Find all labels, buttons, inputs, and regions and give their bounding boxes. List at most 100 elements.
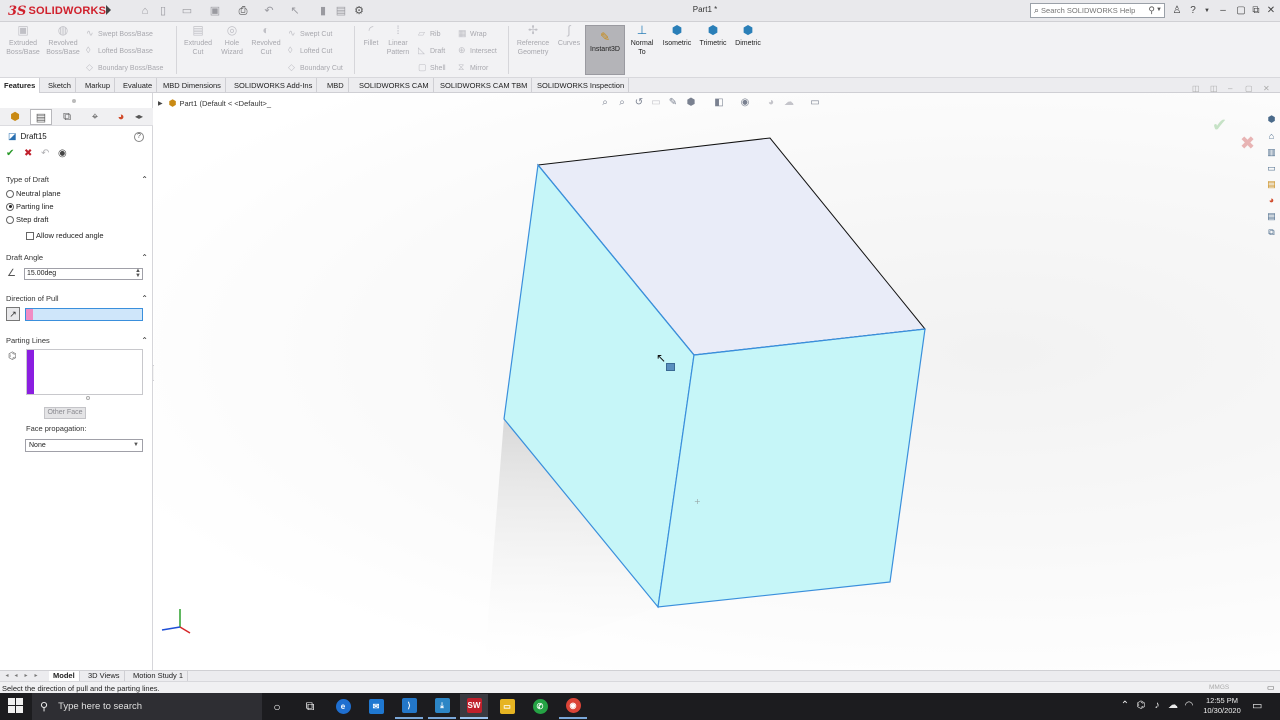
cortana-icon[interactable]: ○ [263,694,291,719]
select-pointer-icon[interactable]: ↖ [288,4,302,18]
home-icon[interactable]: ⌂ [1265,130,1278,143]
unit-system[interactable]: MMGS [1209,684,1229,691]
tab-evaluate[interactable]: Evaluate [119,78,158,93]
swept-boss-button[interactable]: ∿ Swept Boss/Base [86,27,153,40]
wrap-button[interactable]: ▦ Wrap [458,27,487,40]
swept-cut-button[interactable]: ∿ Swept Cut [288,27,332,40]
mirror-button[interactable]: ⧖ Mirror [458,61,488,74]
collapse-chevron-icon[interactable]: ⌃ [141,175,148,184]
user-account-icon[interactable]: ♙ [1170,4,1184,18]
chevron-down-icon[interactable]: ▼ [1156,7,1162,13]
open-folder-icon[interactable]: ▭ [180,4,194,18]
volume-icon[interactable]: ♪ [1150,700,1164,711]
file-explorer-icon[interactable]: ▭ [493,694,521,719]
shell-button[interactable]: ▢ Shell [418,61,446,74]
extruded-boss-button[interactable]: ▣ Extruded Boss/Base [2,24,44,57]
collapse-chevron-icon[interactable]: ⌃ [141,253,148,262]
view-palette-icon[interactable]: ▤ [1265,178,1278,191]
design-library-icon[interactable]: ▥ [1265,146,1278,159]
type-of-draft-header[interactable]: Type of Draft ⌃ [6,175,148,184]
status-options-icon[interactable]: ▭ [1267,683,1275,692]
tab-solidworks-cam[interactable]: SOLIDWORKS CAM [355,78,434,93]
solidworks-logo[interactable]: 3S SOLIDWORKS [8,3,106,19]
reverse-direction-icon[interactable]: ↗ [6,307,20,321]
draft-angle-input[interactable]: 15.00deg ▲ ▼ [24,268,143,280]
chrome-icon[interactable]: ◉ [559,694,587,719]
collapse-chevron-icon[interactable]: ⌃ [141,294,148,303]
file-explorer-icon[interactable]: ▭ [1265,162,1278,175]
print-icon[interactable]: ⎙ [236,4,250,18]
pin-icon[interactable]: ⧉ [1249,4,1263,18]
wifi-icon[interactable]: ◠ [1182,700,1196,711]
home-icon[interactable]: ⌂ [138,4,152,18]
configuration-manager-icon[interactable]: ⧉ [56,109,78,125]
instant3d-button[interactable]: ✎ Instant3D [585,25,625,75]
notification-center-icon[interactable]: ▭ [1252,699,1262,712]
tray-overflow-icon[interactable]: ⌃ [1118,700,1132,711]
rib-button[interactable]: ▱ Rib [418,27,441,40]
minimize-icon[interactable]: – [1216,4,1230,18]
edge-browser-icon[interactable]: e [329,694,357,719]
whatsapp-icon[interactable]: ✆ [526,694,554,719]
document-close-icon[interactable]: ✕ [1263,84,1270,93]
vscode-icon[interactable]: ⟩ [395,694,423,719]
screen-recorder-icon[interactable]: ⤓ [428,694,456,719]
preview-eye-icon[interactable]: ◉ [58,149,67,159]
tab-features[interactable]: Features [0,78,41,93]
viewport-tile-vertical-icon[interactable]: ◫ [1210,84,1218,93]
intersect-button[interactable]: ⊕ Intersect [458,44,497,57]
undo-arrow-icon[interactable]: ↶ [41,149,49,159]
curves-button[interactable]: ∫ Curves [548,24,590,49]
previous-tab-icon[interactable]: ◂ [12,672,20,680]
ok-checkmark-icon[interactable]: ✔ [6,149,14,159]
face-propagation-select[interactable]: None ▼ [25,439,143,452]
mail-icon[interactable]: ✉ [362,694,390,719]
options-gear-icon[interactable]: ⚙ [352,4,366,18]
windows-start-icon[interactable] [8,698,24,714]
parting-lines-header[interactable]: Parting Lines ⌃ [6,336,148,345]
viewport-tile-horizontal-icon[interactable]: ◫ [1192,84,1200,93]
feature-tree-icon[interactable]: ⬢ [4,109,26,125]
undo-icon[interactable]: ↶ [262,4,276,18]
radio-parting-line[interactable]: Parting line [6,202,54,211]
panel-drag-handle[interactable] [72,99,76,103]
help-search-input[interactable] [1041,6,1142,15]
boundary-boss-button[interactable]: ◇ Boundary Boss/Base [86,61,163,74]
allow-reduced-angle-checkbox[interactable]: Allow reduced angle [26,231,104,240]
tab-sketch[interactable]: Sketch [44,78,76,93]
taskbar-search[interactable]: ⚲ [32,693,262,720]
lofted-cut-button[interactable]: ◊ Lofted Cut [288,44,332,57]
draft-angle-header[interactable]: Draft Angle ⌃ [6,253,148,262]
close-icon[interactable]: ✕ [1264,4,1278,18]
radio-step-draft[interactable]: Step draft [6,215,49,224]
document-minimize-icon[interactable]: – [1228,84,1232,93]
document-restore-icon[interactable]: ▢ [1245,84,1253,93]
onedrive-icon[interactable]: ☁ [1166,700,1180,711]
help-search-box[interactable]: ⌕ ⚲ ▼ [1030,3,1165,18]
tab-solidworks-addins[interactable]: SOLIDWORKS Add-Ins [230,78,318,93]
rebuild-icon[interactable]: ▮ [316,4,330,18]
search-icon[interactable]: ⚲ [1148,5,1155,16]
property-manager-icon[interactable]: ▤ [30,109,52,125]
taskbar-search-input[interactable] [58,701,249,712]
revolved-boss-button[interactable]: ◍ Revolved Boss/Base [42,24,84,57]
boundary-cut-button[interactable]: ◇ Boundary Cut [288,61,343,74]
task-view-icon[interactable]: ⧉ [296,694,324,719]
lofted-boss-button[interactable]: ◊ Lofted Boss/Base [86,44,153,57]
list-resize-handle[interactable] [86,396,90,400]
cancel-x-icon[interactable]: ✖ [24,149,32,159]
revolved-cut-button[interactable]: ◐ Revolved Cut [245,24,287,57]
network-icon[interactable]: ⌬ [1134,700,1148,711]
direction-of-pull-header[interactable]: Direction of Pull ⌃ [6,294,148,303]
menu-expand-arrow-icon[interactable] [106,5,111,15]
file-properties-icon[interactable]: ▤ [334,4,348,18]
direction-of-pull-selection-box[interactable] [25,308,143,321]
tab-markup[interactable]: Markup [81,78,116,93]
tab-solidworks-inspection[interactable]: SOLIDWORKS Inspection [533,78,630,93]
parting-lines-selection-box[interactable] [26,349,143,395]
first-tab-icon[interactable]: ◂ [3,672,11,680]
dimxpert-manager-icon[interactable]: ⌖ [84,109,106,125]
help-circle-icon[interactable]: ? [134,132,144,142]
tab-model[interactable]: Model [49,671,80,681]
linear-pattern-button[interactable]: ⁞ Linear Pattern [377,24,419,57]
